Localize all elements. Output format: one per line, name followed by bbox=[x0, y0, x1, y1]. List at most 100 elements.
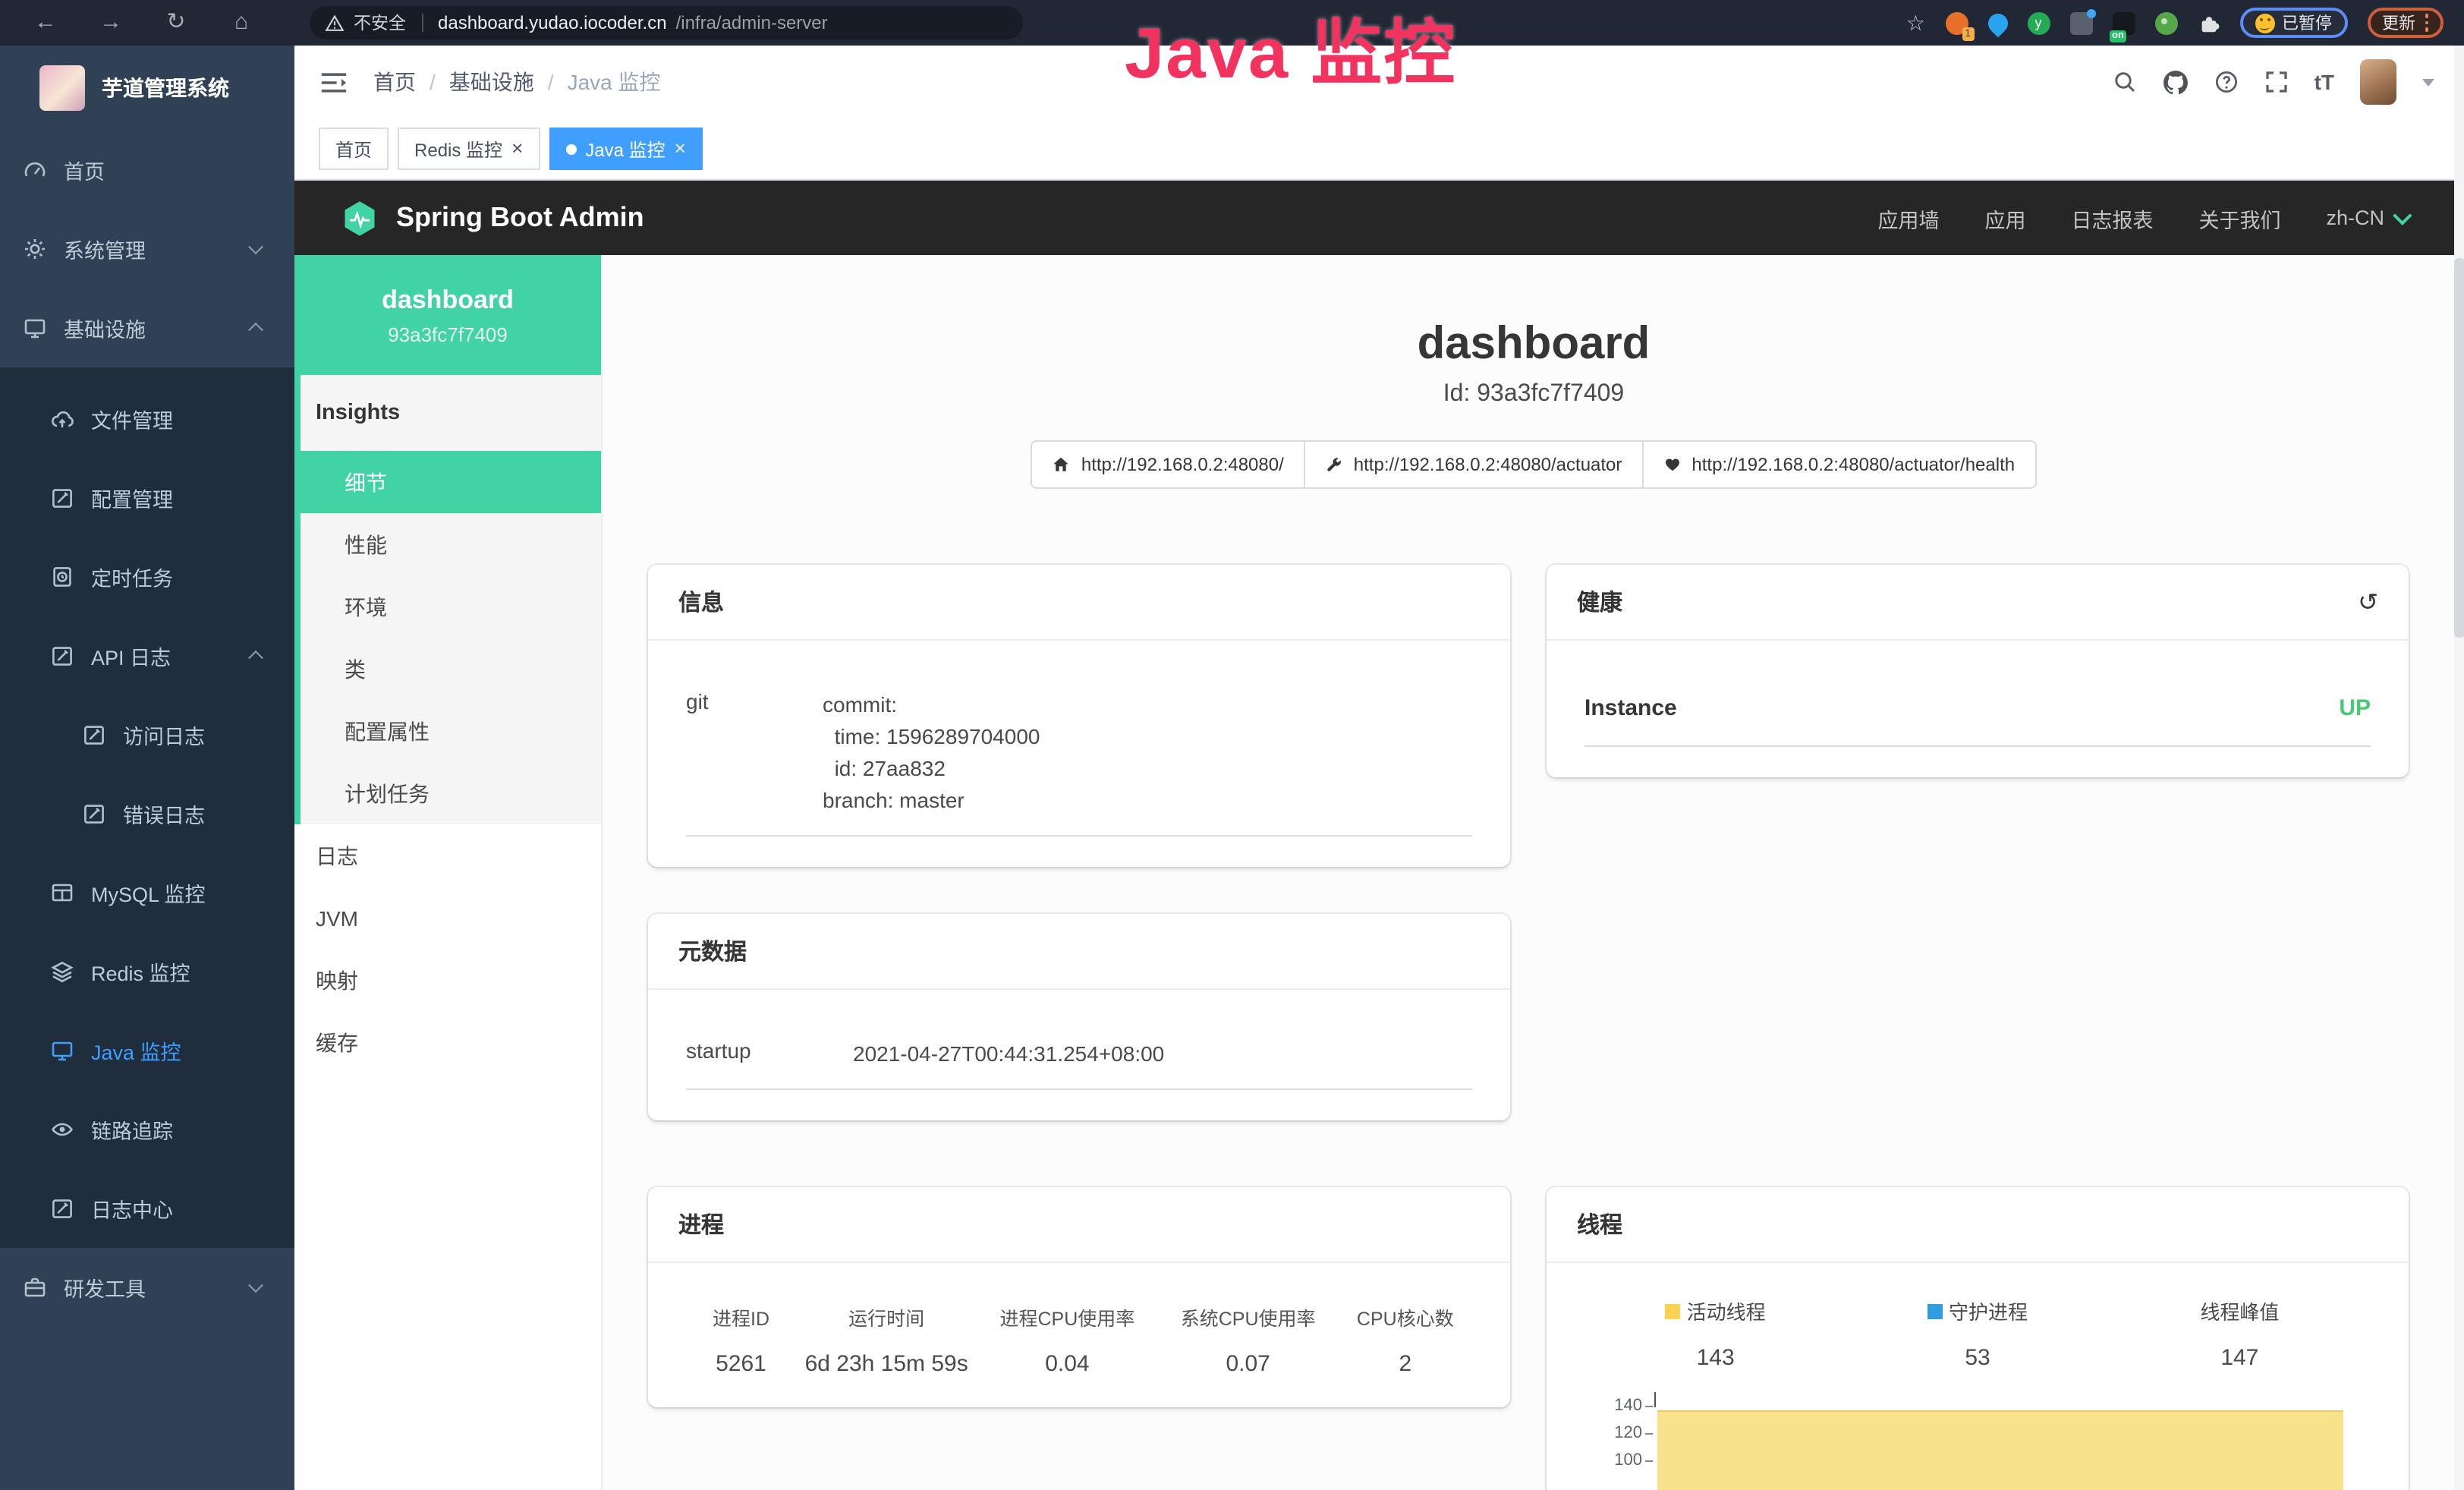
extension-icon-orange[interactable]: 1 bbox=[1945, 11, 1968, 34]
active-dot-icon bbox=[565, 143, 576, 154]
brand[interactable]: 芋道管理系统 bbox=[0, 46, 294, 131]
sidebar-item-job[interactable]: 定时任务 bbox=[0, 537, 294, 616]
endpoint-health-link[interactable]: http://192.168.0.2:48080/actuator/health bbox=[1641, 440, 2036, 489]
info-value: commit: time: 1596289704000 id: 27aa832 … bbox=[823, 689, 1040, 817]
user-menu-caret-icon[interactable] bbox=[2422, 78, 2434, 86]
extension-icon-green[interactable] bbox=[2154, 11, 2177, 34]
sidebar-item-label: 系统管理 bbox=[64, 234, 146, 264]
tab-home[interactable]: 首页 bbox=[319, 128, 389, 170]
sba-nav-wallboard[interactable]: 应用墙 bbox=[1877, 203, 1939, 233]
card-title: 线程 bbox=[1577, 1208, 1622, 1240]
url-path[interactable]: /infra/admin-server bbox=[676, 12, 828, 33]
sba-nav-journal[interactable]: 日志报表 bbox=[2071, 203, 2153, 233]
y-tick: 120 bbox=[1614, 1424, 1642, 1442]
browser-menu-icon[interactable] bbox=[2425, 14, 2428, 32]
endpoint-actuator-link[interactable]: http://192.168.0.2:48080/actuator bbox=[1304, 440, 1644, 489]
extension-icon-adblock[interactable]: on bbox=[2112, 11, 2135, 34]
annotation-java-monitor: Java 监控 bbox=[1125, 0, 1456, 99]
update-label: 更新 bbox=[2382, 11, 2415, 35]
close-icon[interactable] bbox=[675, 138, 686, 159]
sba-menu-logs[interactable]: 日志 bbox=[294, 824, 601, 887]
sba-menu-insights[interactable]: Insights bbox=[301, 375, 601, 451]
sba-menu-scheduledtasks[interactable]: 计划任务 bbox=[301, 762, 601, 824]
bookmark-star-icon[interactable]: ☆ bbox=[1906, 10, 1925, 36]
sidebar-item-java[interactable]: Java 监控 bbox=[0, 1011, 294, 1090]
sidebar-item-system[interactable]: 系统管理 bbox=[0, 209, 294, 288]
tab-redis[interactable]: Redis 监控 bbox=[398, 128, 540, 170]
sba-nav-applications[interactable]: 应用 bbox=[1984, 203, 2025, 233]
sidebar-item-devtools[interactable]: 研发工具 bbox=[0, 1248, 294, 1327]
sidebar-item-config[interactable]: 配置管理 bbox=[0, 458, 294, 537]
home-icon bbox=[1053, 455, 1071, 474]
sidebar-item-error-log[interactable]: 错误日志 bbox=[0, 774, 294, 853]
user-avatar[interactable] bbox=[2360, 59, 2396, 105]
reload-icon[interactable]: ↻ bbox=[161, 0, 191, 46]
scrollbar-thumb[interactable] bbox=[2454, 258, 2464, 638]
sidebar-item-redis[interactable]: Redis 监控 bbox=[0, 932, 294, 1011]
breadcrumb: 首页 / 基础设施 / Java 监控 bbox=[373, 67, 661, 97]
sba-menu-configprops[interactable]: 配置属性 bbox=[301, 700, 601, 762]
history-icon[interactable] bbox=[2358, 587, 2378, 617]
sba-brand[interactable]: Spring Boot Admin bbox=[340, 198, 644, 238]
sba-instance-header[interactable]: dashboard 93a3fc7f7409 bbox=[294, 255, 601, 375]
edit-icon bbox=[50, 644, 74, 668]
extension-icon-grid[interactable] bbox=[2069, 11, 2092, 34]
sidebar-item-label: 首页 bbox=[64, 155, 105, 185]
sba-menu-details[interactable]: 细节 bbox=[301, 451, 601, 513]
sba-nav-about[interactable]: 关于我们 bbox=[2198, 203, 2280, 233]
close-icon[interactable] bbox=[511, 138, 523, 159]
search-icon[interactable] bbox=[2113, 70, 2137, 94]
monitor-icon bbox=[23, 316, 47, 340]
health-row-instance: Instance UP bbox=[1584, 671, 2371, 747]
extension-icon-pin[interactable] bbox=[1984, 9, 2012, 37]
scrollbar-track[interactable] bbox=[2454, 46, 2464, 1490]
breadcrumb-home[interactable]: 首页 bbox=[373, 67, 416, 97]
profile-paused-pill[interactable]: 已暂停 bbox=[2239, 8, 2347, 38]
sba-header: Spring Boot Admin 应用墙 应用 日志报表 关于我们 zh-CN bbox=[294, 181, 2464, 255]
url-host[interactable]: dashboard.yudao.iocoder.cn bbox=[438, 12, 667, 33]
back-icon[interactable]: ← bbox=[30, 0, 61, 46]
hamburger-icon[interactable] bbox=[320, 71, 348, 93]
fullscreen-icon[interactable] bbox=[2264, 70, 2289, 94]
schedule-icon bbox=[50, 565, 74, 589]
help-icon[interactable] bbox=[2214, 70, 2239, 94]
process-col-header: 进程ID bbox=[686, 1303, 796, 1331]
extensions-puzzle-icon[interactable] bbox=[2197, 11, 2220, 34]
endpoint-url: http://192.168.0.2:48080/actuator bbox=[1354, 454, 1622, 475]
sidebar-item-api-log[interactable]: API 日志 bbox=[0, 616, 294, 695]
browser-update-button[interactable]: 更新 bbox=[2367, 8, 2444, 38]
sidebar-item-home[interactable]: 首页 bbox=[0, 131, 294, 209]
sba-locale-select[interactable]: zh-CN bbox=[2326, 206, 2407, 229]
security-label[interactable]: 不安全 bbox=[354, 11, 406, 35]
forward-icon[interactable]: → bbox=[96, 0, 126, 46]
sba-menu-environment[interactable]: 环境 bbox=[301, 575, 601, 638]
sidebar-item-access-log[interactable]: 访问日志 bbox=[0, 695, 294, 774]
sidebar-item-mysql[interactable]: MySQL 监控 bbox=[0, 853, 294, 932]
font-size-icon[interactable]: tT bbox=[2315, 70, 2334, 94]
sba-menu-jvm[interactable]: JVM bbox=[294, 887, 601, 949]
sba-logo-icon bbox=[340, 198, 379, 238]
sba-instance-id: 93a3fc7f7409 bbox=[388, 323, 508, 345]
tab-java[interactable]: Java 监控 bbox=[549, 128, 703, 170]
sba-menu-metrics[interactable]: 性能 bbox=[301, 513, 601, 575]
address-bar[interactable]: 不安全 dashboard.yudao.iocoder.cn/infra/adm… bbox=[310, 6, 1023, 39]
breadcrumb-infra[interactable]: 基础设施 bbox=[449, 67, 534, 97]
sidebar-item-trace[interactable]: 链路追踪 bbox=[0, 1090, 294, 1169]
threads-daemon-value: 53 bbox=[1846, 1345, 2108, 1371]
sidebar-item-infra[interactable]: 基础设施 bbox=[0, 288, 294, 367]
sidebar-item-label: 错误日志 bbox=[123, 799, 205, 829]
sba-menu-mappings[interactable]: 映射 bbox=[294, 949, 601, 1011]
sidebar-item-file[interactable]: 文件管理 bbox=[0, 380, 294, 458]
chart-area-fill bbox=[1657, 1410, 2343, 1490]
home-icon[interactable]: ⌂ bbox=[226, 0, 256, 46]
spring-boot-admin: Spring Boot Admin 应用墙 应用 日志报表 关于我们 zh-CN bbox=[294, 181, 2464, 1490]
cards-area: 信息 git commit: time: 1596289704000 id: 2… bbox=[603, 489, 2464, 1490]
sidebar-item-label: 日志中心 bbox=[91, 1193, 173, 1224]
sba-menu-classes[interactable]: 类 bbox=[301, 638, 601, 700]
sba-menu-caches[interactable]: 缓存 bbox=[294, 1011, 601, 1073]
endpoint-home-link[interactable]: http://192.168.0.2:48080/ bbox=[1031, 440, 1305, 489]
sidebar-item-log-center[interactable]: 日志中心 bbox=[0, 1169, 294, 1248]
extension-icon-y[interactable]: y bbox=[2027, 11, 2050, 34]
github-icon[interactable] bbox=[2163, 69, 2189, 95]
metadata-key: startup bbox=[686, 1038, 853, 1070]
